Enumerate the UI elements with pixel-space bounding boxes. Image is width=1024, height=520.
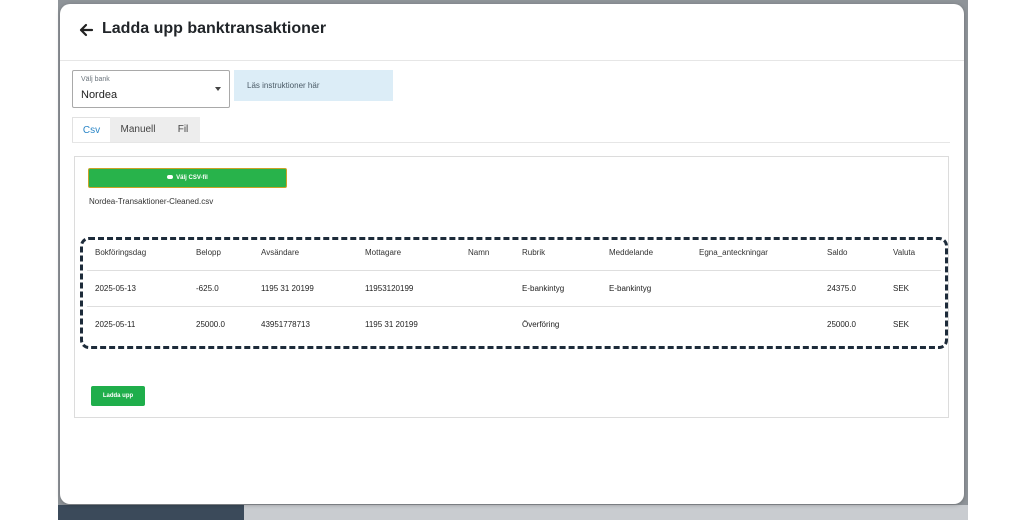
- tab-fil[interactable]: Fil: [166, 117, 200, 142]
- column-header: Meddelande: [609, 248, 654, 257]
- column-header: Rubrik: [522, 248, 546, 257]
- table-cell: 1195 31 20199: [365, 320, 418, 329]
- table-cell: 43951778713: [261, 320, 310, 329]
- table-cell: 25000.0: [827, 320, 856, 329]
- upload-dialog: Ladda upp banktransaktioner Välj bank No…: [60, 4, 964, 504]
- table-divider: [87, 306, 941, 307]
- column-header: Bokföringsdag: [95, 248, 147, 257]
- upload-button[interactable]: Ladda upp: [91, 386, 145, 406]
- table-cell: -625.0: [196, 284, 219, 293]
- bank-select[interactable]: Välj bank Nordea: [72, 70, 230, 108]
- tab-manuell[interactable]: Manuell: [110, 117, 166, 142]
- tab-divider: [72, 142, 950, 143]
- table-cell: 11953120199: [365, 284, 414, 293]
- table-cell: 25000.0: [196, 320, 225, 329]
- instructions-text: Läs instruktioner här: [247, 81, 320, 90]
- chevron-down-icon: [215, 87, 221, 91]
- table-cell: E-bankintyg: [609, 284, 652, 293]
- column-header: Saldo: [827, 248, 848, 257]
- instructions-link[interactable]: Läs instruktioner här: [234, 70, 393, 101]
- page-title: Ladda upp banktransaktioner: [102, 20, 327, 37]
- table-cell: 1195 31 20199: [261, 284, 314, 293]
- backdrop-strip: [244, 505, 968, 520]
- csv-panel: Välj CSV-fil Nordea-Transaktioner-Cleane…: [74, 156, 949, 418]
- table-cell: E-bankintyg: [522, 284, 565, 293]
- dialog-header: Ladda upp banktransaktioner: [60, 4, 964, 61]
- tab-csv[interactable]: Csv: [72, 117, 111, 143]
- table-cell: SEK: [893, 284, 910, 293]
- choose-csv-label: Välj CSV-fil: [176, 175, 208, 181]
- column-header: Mottagare: [365, 248, 402, 257]
- table-cell: 2025-05-13: [95, 284, 136, 293]
- arrow-left-icon[interactable]: [78, 22, 94, 38]
- bank-select-label: Välj bank: [81, 76, 110, 83]
- table-cell: Överföring: [522, 320, 560, 329]
- column-header: Avsändare: [261, 248, 300, 257]
- table-cell: 2025-05-11: [95, 320, 136, 329]
- bank-select-value: Nordea: [81, 89, 118, 101]
- table-cell: 24375.0: [827, 284, 856, 293]
- column-header: Belopp: [196, 248, 221, 257]
- selected-filename: Nordea-Transaktioner-Cleaned.csv: [89, 197, 214, 206]
- column-header: Valuta: [893, 248, 916, 257]
- table-cell: SEK: [893, 320, 910, 329]
- choose-csv-button[interactable]: Välj CSV-fil: [88, 168, 287, 188]
- backdrop-strip: [58, 505, 244, 520]
- transactions-table: Bokföringsdag Belopp Avsändare Mottagare…: [80, 237, 948, 349]
- cloud-upload-icon: [167, 175, 174, 180]
- column-header: Namn: [468, 248, 490, 257]
- column-header: Egna_anteckningar: [699, 248, 768, 257]
- table-divider: [87, 270, 941, 271]
